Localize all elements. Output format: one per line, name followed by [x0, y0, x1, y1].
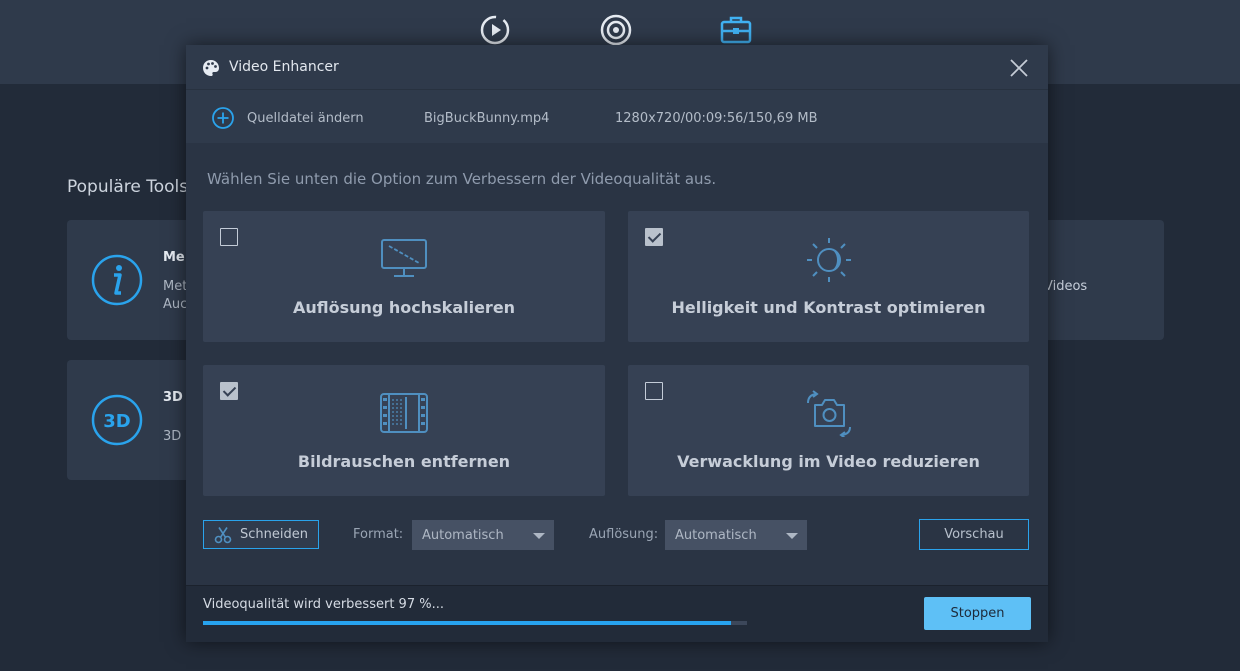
dialog-title: Video Enhancer: [229, 59, 339, 75]
popular-tools-title: Populäre Tools: [67, 177, 189, 197]
add-circle-icon[interactable]: [211, 106, 235, 130]
dialog-header: Video Enhancer: [186, 45, 1048, 89]
chevron-down-icon: [786, 533, 798, 539]
stabilize-camera-icon: [806, 390, 851, 437]
toolbox-icon[interactable]: [718, 12, 754, 48]
converter-play-icon[interactable]: [477, 12, 513, 48]
option-label: Auflösung hochskalieren: [292, 298, 516, 317]
upscale-checkbox[interactable]: [220, 228, 238, 246]
film-strip-icon: [380, 393, 428, 433]
progress-footer: Videoqualität wird verbessert 97 %... St…: [186, 585, 1048, 642]
tool-card-3d[interactable]: 3D 3D 3D: [67, 360, 192, 480]
noise-checkbox[interactable]: [220, 382, 238, 400]
source-file-info: 1280x720/00:09:56/150,69 MB: [615, 111, 818, 126]
info-icon: [91, 254, 143, 306]
resolution-select[interactable]: Automatisch: [665, 520, 807, 550]
brightness-sun-moon-icon: [806, 238, 851, 282]
tool-card-title: 3D: [163, 390, 183, 405]
resolution-select-value: Automatisch: [675, 527, 757, 543]
palette-icon: [203, 60, 219, 76]
change-source-link[interactable]: Quelldatei ändern: [247, 111, 364, 126]
source-file-bar: Quelldatei ändern BigBuckBunny.mp4 1280x…: [186, 89, 1048, 143]
progress-text: Videoqualität wird verbessert 97 %...: [203, 597, 444, 612]
scissors-icon: [214, 526, 232, 543]
cut-button-label: Schneiden: [240, 527, 308, 542]
format-select[interactable]: Automatisch: [412, 520, 554, 550]
record-disc-icon[interactable]: [598, 12, 634, 48]
tool-card-desc: Videos: [1044, 279, 1088, 294]
option-upscale-resolution[interactable]: Auflösung hochskalieren: [203, 211, 605, 342]
close-icon[interactable]: [1008, 57, 1030, 79]
brightness-checkbox[interactable]: [645, 228, 663, 246]
progress-bar-fill: [203, 621, 731, 625]
svg-text:3D: 3D: [103, 411, 130, 432]
resolution-label: Auflösung:: [589, 527, 659, 542]
chevron-down-icon: [533, 533, 545, 539]
video-enhancer-dialog: Video Enhancer Quelldatei ändern BigBuck…: [186, 45, 1048, 642]
tool-card-desc: Met Auc: [163, 279, 188, 312]
shake-checkbox[interactable]: [645, 382, 663, 400]
monitor-upscale-icon: [381, 239, 427, 277]
preview-button[interactable]: Vorschau: [919, 519, 1029, 550]
cut-button[interactable]: Schneiden: [203, 520, 319, 549]
tool-card-videos[interactable]: Videos: [1040, 220, 1164, 340]
option-reduce-shake[interactable]: Verwacklung im Video reduzieren: [628, 365, 1029, 496]
format-select-value: Automatisch: [422, 527, 504, 543]
progress-bar: [203, 621, 747, 625]
tool-card-metadata[interactable]: Me Met Auc: [67, 220, 192, 340]
3d-icon: 3D: [91, 394, 143, 446]
stop-button[interactable]: Stoppen: [924, 597, 1031, 630]
instruction-text: Wählen Sie unten die Option zum Verbesse…: [207, 170, 717, 188]
option-brightness-contrast[interactable]: Helligkeit und Kontrast optimieren: [628, 211, 1029, 342]
option-label: Bildrauschen entfernen: [297, 452, 511, 471]
format-label: Format:: [353, 527, 404, 542]
tool-card-title: Me: [163, 250, 185, 265]
option-label: Verwacklung im Video reduzieren: [677, 452, 980, 471]
option-remove-noise[interactable]: Bildrauschen entfernen: [203, 365, 605, 496]
source-file-name: BigBuckBunny.mp4: [424, 111, 550, 126]
option-label: Helligkeit und Kontrast optimieren: [671, 298, 986, 317]
tool-card-desc: 3D: [163, 429, 182, 444]
